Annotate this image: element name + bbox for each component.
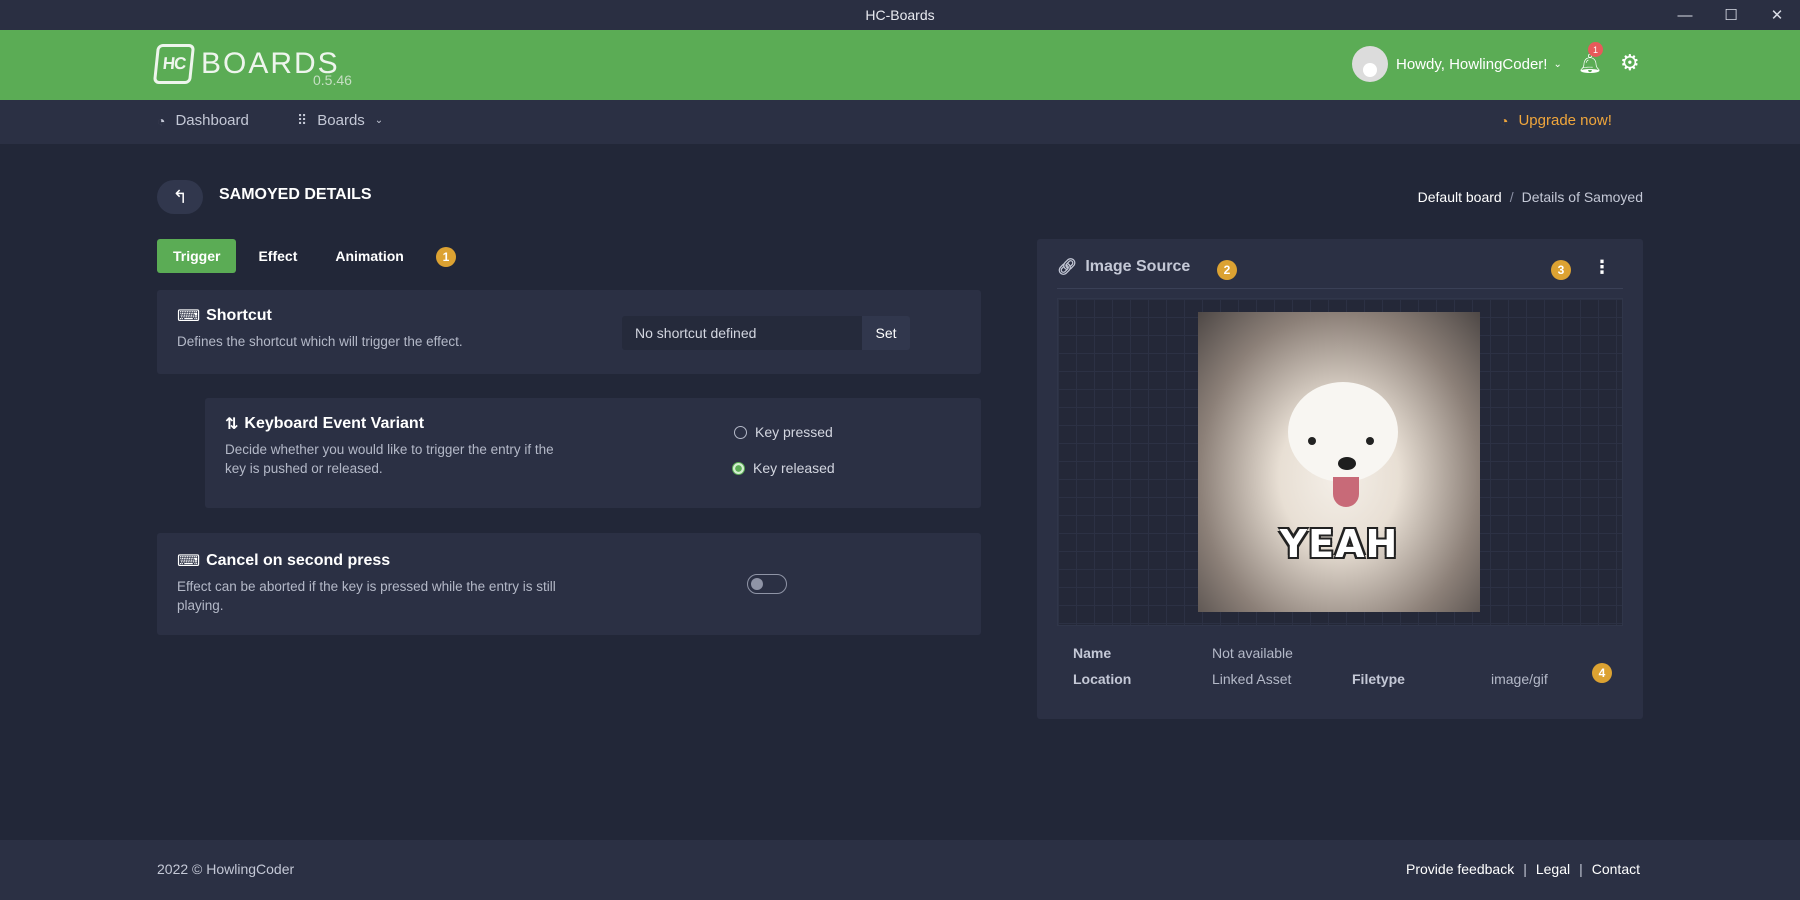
detail-tabs: Trigger Effect Animation xyxy=(157,239,420,273)
chevron-down-icon: ⌄ xyxy=(1553,58,1562,70)
cancel-card: ⌨ Cancel on second press Effect can be a… xyxy=(157,533,981,635)
radio-key-released[interactable]: Key released xyxy=(732,460,835,476)
nav-dashboard-label: Dashboard xyxy=(175,112,249,129)
nav-dashboard[interactable]: ◔ Dashboard xyxy=(157,112,249,129)
image-preview-stage: YEAH xyxy=(1057,298,1623,626)
tutorial-badge-3[interactable]: 3 xyxy=(1551,260,1571,280)
radio-key-pressed[interactable]: Key pressed xyxy=(734,424,833,440)
footer-link-feedback[interactable]: Provide feedback xyxy=(1406,861,1514,877)
divider xyxy=(1057,288,1623,289)
back-button[interactable]: ↰ xyxy=(157,180,203,214)
keyboard-variant-card: ⇅ Keyboard Event Variant Decide whether … xyxy=(205,398,981,508)
minimize-icon[interactable]: — xyxy=(1662,0,1708,30)
chevron-down-icon: ⌄ xyxy=(374,115,384,126)
app-header: HC BOARDS 0.5.46 Howdy, HowlingCoder! ⌄ … xyxy=(0,30,1800,100)
gauge-icon: ◔ xyxy=(1500,112,1509,129)
upgrade-label: Upgrade now! xyxy=(1518,112,1612,129)
keyboard-variant-title-text: Keyboard Event Variant xyxy=(244,415,425,432)
avatar xyxy=(1352,46,1388,82)
breadcrumb-separator: / xyxy=(1509,189,1514,205)
gear-icon[interactable]: ⚙ xyxy=(1620,50,1640,76)
main-content: ↰ SAMOYED DETAILS Default board / Detail… xyxy=(0,144,1800,840)
tutorial-badge-2[interactable]: 2 xyxy=(1217,260,1237,280)
page-title: SAMOYED DETAILS xyxy=(219,186,372,203)
tab-trigger[interactable]: Trigger xyxy=(157,239,237,273)
cancel-toggle[interactable] xyxy=(747,574,787,594)
set-shortcut-button[interactable]: Set xyxy=(862,316,910,350)
grid-icon: ⠿ xyxy=(297,112,308,128)
notification-badge: 1 xyxy=(1588,42,1603,57)
nav-boards[interactable]: ⠿ Boards ⌄ xyxy=(297,112,383,129)
meta-name-label: Name xyxy=(1073,645,1112,661)
app-version: 0.5.46 xyxy=(313,72,352,88)
window-title: HC-Boards xyxy=(865,7,935,23)
footer-links: Provide feedback | Legal | Contact xyxy=(1406,861,1640,877)
dashboard-gauge-icon: ◔ xyxy=(157,112,166,129)
logo-mark-icon: HC xyxy=(152,44,196,84)
meta-name-value: Not available xyxy=(1212,645,1293,661)
meta-filetype-label: Filetype xyxy=(1352,671,1405,687)
cancel-title: ⌨ Cancel on second press xyxy=(177,551,961,571)
app-logo[interactable]: HC BOARDS xyxy=(152,44,340,84)
tutorial-badge-1[interactable]: 1 xyxy=(436,247,456,267)
image-source-title-text: Image Source xyxy=(1085,258,1191,275)
keyboard-icon: ⌨ xyxy=(177,553,201,570)
radio-button-unselected[interactable] xyxy=(734,425,747,439)
cancel-title-text: Cancel on second press xyxy=(206,552,391,569)
user-greeting: Howdy, HowlingCoder! xyxy=(1396,55,1548,73)
breadcrumb-root[interactable]: Default board xyxy=(1418,189,1502,205)
keyboard-icon: ⌨ xyxy=(177,308,201,325)
up-down-arrows-icon: ⇅ xyxy=(225,416,239,433)
keyboard-variant-title: ⇅ Keyboard Event Variant xyxy=(225,414,961,434)
breadcrumb: Default board / Details of Samoyed xyxy=(1418,189,1643,205)
gif-preview: YEAH xyxy=(1198,312,1480,612)
footer-link-legal[interactable]: Legal xyxy=(1536,861,1570,877)
toggle-knob xyxy=(751,578,763,590)
more-options-icon[interactable]: ⋮ xyxy=(1593,257,1611,278)
footer-link-contact[interactable]: Contact xyxy=(1592,861,1640,877)
radio-button-selected[interactable] xyxy=(732,461,745,475)
main-nav: ◔ Dashboard ⠿ Boards ⌄ ◔ Upgrade now! xyxy=(0,100,1800,144)
cancel-description: Effect can be aborted if the key is pres… xyxy=(177,579,556,613)
app-footer: 2022 © HowlingCoder Provide feedback | L… xyxy=(0,840,1800,900)
footer-copyright: 2022 © HowlingCoder xyxy=(157,861,295,877)
back-arrow-icon: ↰ xyxy=(172,186,188,207)
radio-key-pressed-label: Key pressed xyxy=(755,424,833,440)
shortcut-input[interactable]: No shortcut defined xyxy=(622,316,862,350)
keyboard-variant-description: Decide whether you would like to trigger… xyxy=(225,442,554,476)
radio-key-released-label: Key released xyxy=(753,460,835,476)
shortcut-title-text: Shortcut xyxy=(206,307,272,324)
maximize-icon[interactable]: ☐ xyxy=(1708,0,1754,30)
tab-animation[interactable]: Animation xyxy=(319,239,419,273)
image-source-title: 🔗︎ Image Source xyxy=(1057,257,1190,277)
footer-separator: | xyxy=(1579,861,1583,877)
user-menu[interactable]: Howdy, HowlingCoder! ⌄ xyxy=(1352,46,1562,82)
close-icon[interactable]: ✕ xyxy=(1754,0,1800,30)
nav-boards-label: Boards xyxy=(317,112,365,129)
meta-location-value: Linked Asset xyxy=(1212,671,1292,687)
breadcrumb-current: Details of Samoyed xyxy=(1521,189,1643,205)
link-icon: 🔗︎ xyxy=(1057,259,1078,276)
window-controls: — ☐ ✕ xyxy=(1662,0,1800,30)
image-source-card: 🔗︎ Image Source 2 3 ⋮ YEAH Name Not avai… xyxy=(1037,239,1643,719)
upgrade-link[interactable]: ◔ Upgrade now! xyxy=(1500,112,1612,129)
footer-separator: | xyxy=(1523,861,1527,877)
window-titlebar: HC-Boards — ☐ ✕ xyxy=(0,0,1800,30)
meta-location-label: Location xyxy=(1073,671,1132,687)
tutorial-badge-4[interactable]: 4 xyxy=(1592,663,1612,683)
gif-caption: YEAH xyxy=(1279,522,1399,566)
tab-effect[interactable]: Effect xyxy=(242,239,313,273)
meta-filetype-value: image/gif xyxy=(1491,671,1548,687)
shortcut-card: ⌨ Shortcut Defines the shortcut which wi… xyxy=(157,290,981,374)
